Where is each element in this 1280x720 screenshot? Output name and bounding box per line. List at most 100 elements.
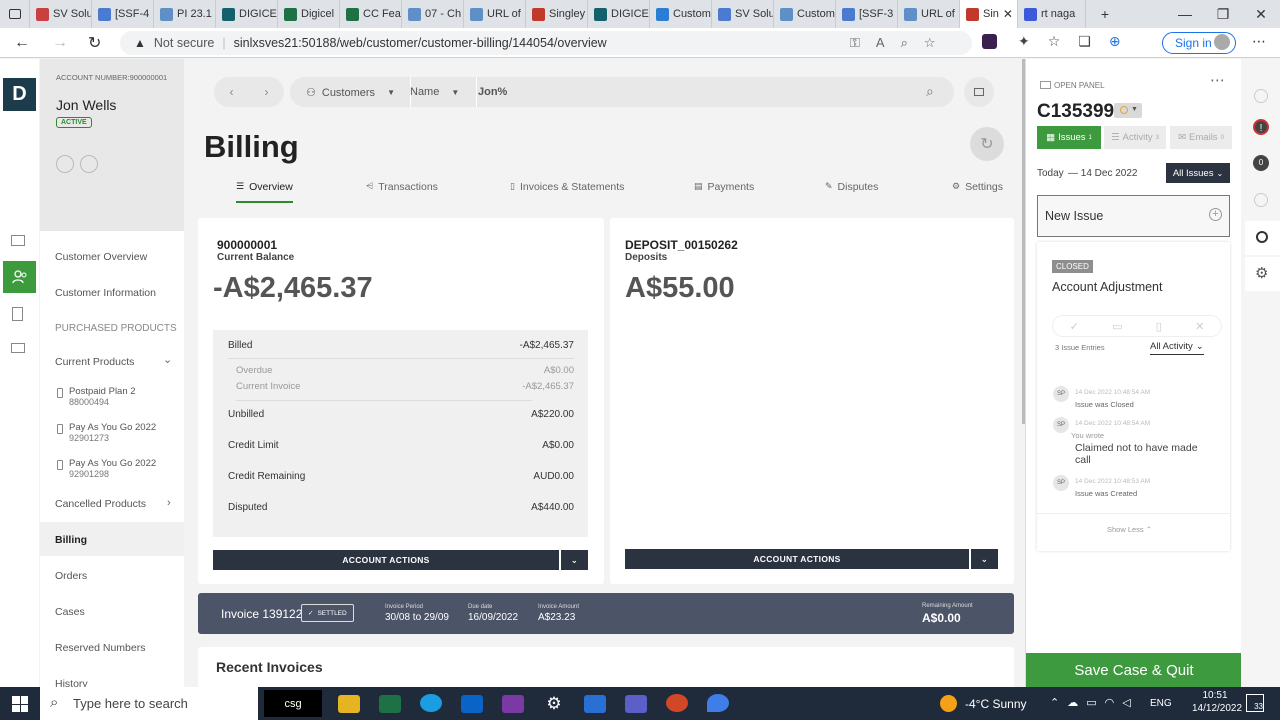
deposit-actions-dropdown[interactable]: ⌄ [971, 549, 998, 569]
nav-current-products[interactable]: Current Products [55, 356, 134, 368]
new-issue-box[interactable]: New Issue + [1037, 195, 1230, 237]
tab-disputes[interactable]: ✎ Disputes [825, 181, 878, 203]
cloud-icon[interactable]: ☁ [1067, 696, 1078, 709]
search-input[interactable]: Jon% [478, 86, 507, 98]
browser-tab[interactable]: DIGICE [216, 0, 278, 28]
url-field[interactable]: ▲ Not secure | sinlxsves21:50188/web/cus… [120, 31, 972, 55]
new-tab-button[interactable]: + [1086, 6, 1124, 22]
count-badge[interactable]: 0 [1253, 155, 1269, 171]
windows-start-icon[interactable] [12, 696, 28, 712]
back-button[interactable]: ← [14, 34, 30, 52]
nav-cancelled-products[interactable]: Cancelled Products [55, 498, 146, 510]
document-icon[interactable] [12, 307, 23, 321]
settings-more-icon[interactable]: ⋯ [1252, 33, 1266, 50]
reload-button[interactable]: ↻ [88, 33, 101, 53]
account-actions-dropdown[interactable]: ⌄ [561, 550, 588, 570]
home-icon[interactable] [56, 155, 74, 173]
clock[interactable]: 10:51 14/12/2022 [1192, 690, 1242, 714]
excel-icon[interactable] [379, 695, 401, 713]
profile-avatar[interactable] [1214, 34, 1230, 50]
close-icon[interactable]: ✕ [1195, 320, 1204, 333]
nav-cases[interactable]: Cases [55, 606, 85, 618]
wifi-icon[interactable]: ◠ [1105, 696, 1115, 709]
case-tab-activity[interactable]: ☰ Activity 3 [1104, 126, 1166, 149]
gear-icon[interactable] [1254, 193, 1268, 207]
browser-tab[interactable]: 07 - Ch [402, 0, 464, 28]
product-item[interactable]: Pay As You Go 2022 92901273 [55, 422, 180, 452]
favorites-icon[interactable]: ☆ [1048, 33, 1061, 50]
deposit-actions-button[interactable]: ACCOUNT ACTIONS [625, 549, 969, 569]
dashboard-icon[interactable] [11, 235, 25, 246]
extension-icon[interactable] [982, 34, 997, 49]
browser-tab[interactable]: DIGICE [588, 0, 650, 28]
chevron-up-icon[interactable]: ⌃ [1050, 696, 1059, 709]
close-tab-icon[interactable]: ✕ [1003, 7, 1013, 21]
card-view-button[interactable] [964, 77, 994, 107]
browser-tab[interactable]: [SSF-4 [92, 0, 154, 28]
key-icon[interactable]: ⚿ [850, 35, 860, 51]
tab-actions-button[interactable] [0, 0, 30, 28]
browser-tab[interactable]: Custom [774, 0, 836, 28]
case-tab-emails[interactable]: ✉ Emails 0 [1170, 126, 1232, 149]
read-aloud-icon[interactable]: A [876, 35, 885, 51]
product-item[interactable]: Postpaid Plan 2 88000494 [55, 386, 180, 416]
browser-tab[interactable]: Singley [526, 0, 588, 28]
nav-billing[interactable]: Billing [55, 534, 87, 546]
zoom-icon[interactable]: ⌕ [901, 35, 908, 51]
csg-widget[interactable]: csg [264, 690, 322, 717]
tab-settings[interactable]: ⚙ Settings [952, 181, 1003, 203]
browser-tab[interactable]: rt naga [1018, 0, 1086, 28]
case-tab-issues[interactable]: ▦ Issues 1 [1037, 126, 1101, 149]
more-options-icon[interactable]: ⋯ [1210, 71, 1225, 89]
nav-customer-information[interactable]: Customer Information [55, 287, 156, 299]
browser-tab[interactable]: Digicel [278, 0, 340, 28]
tab-overview[interactable]: ☰ Overview [236, 181, 293, 203]
tab-invoices-statements[interactable]: ▯ Invoices & Statements [510, 181, 624, 203]
browser-tab[interactable]: SV Solu [30, 0, 92, 28]
name-dropdown[interactable]: Name ▼ [410, 86, 459, 98]
maximize-button[interactable]: ❐ [1204, 6, 1242, 23]
check-icon[interactable]: ✓ [1070, 320, 1079, 333]
invoice-banner[interactable]: Invoice 139122 ✓ SETTLED Invoice Period 3… [198, 593, 1014, 634]
weather-text[interactable]: -4°C Sunny [965, 697, 1027, 711]
puzzle-icon[interactable]: ✦ [1018, 33, 1030, 50]
outlook-icon[interactable] [461, 695, 483, 713]
customers-dropdown[interactable]: ⚇ Customers ▼ [306, 86, 395, 100]
minimize-button[interactable]: — [1166, 6, 1204, 23]
volume-icon[interactable]: ◁ [1122, 696, 1130, 709]
user-icon[interactable] [1254, 89, 1268, 103]
browser-tab[interactable]: URL of [464, 0, 526, 28]
clipboard-icon[interactable]: ▯ [1156, 320, 1162, 333]
open-panel-link[interactable]: OPEN PANEL [1054, 81, 1105, 90]
account-actions-button[interactable]: ACCOUNT ACTIONS [213, 550, 559, 570]
search-icon[interactable]: ⌕ [926, 83, 934, 100]
nav-reserved-numbers[interactable]: Reserved Numbers [55, 642, 145, 654]
favorite-star-icon[interactable]: ☆ [924, 35, 936, 51]
teams-icon[interactable] [625, 695, 647, 713]
forward-button[interactable]: → [52, 34, 68, 52]
collections-icon[interactable]: ❏ [1078, 33, 1091, 50]
settings-gear-icon[interactable]: ⚙ [543, 694, 565, 713]
shop-icon[interactable] [11, 343, 25, 353]
language-indicator[interactable]: ENG [1150, 698, 1172, 709]
comment-icon[interactable]: ▭ [1112, 320, 1122, 333]
chevron-down-icon[interactable]: ⌄ [163, 353, 172, 366]
browser-tab[interactable]: Custom [650, 0, 712, 28]
close-window-button[interactable]: ✕ [1242, 6, 1280, 23]
nav-customer-overview[interactable]: Customer Overview [55, 251, 147, 263]
settings-tab[interactable]: ⚙ [1245, 257, 1280, 291]
powerpoint-icon[interactable] [666, 694, 688, 712]
add-icon[interactable]: + [1209, 208, 1222, 221]
battery-icon[interactable]: ▭ [1086, 696, 1096, 709]
browser-tab[interactable]: SV Solu [712, 0, 774, 28]
case-priority-dropdown[interactable]: ▼ [1114, 103, 1142, 118]
alert-icon[interactable]: ! [1253, 119, 1269, 135]
customers-nav-button[interactable] [3, 261, 36, 293]
timer-tab[interactable] [1245, 221, 1280, 255]
refresh-button[interactable]: ↻ [970, 127, 1004, 161]
notification-icon[interactable]: 33 [1246, 694, 1264, 712]
droplet-app-icon[interactable] [707, 694, 729, 712]
edge-icon[interactable] [420, 694, 442, 712]
browser-tab[interactable]: CC Fea [340, 0, 402, 28]
tab-payments[interactable]: ▤ Payments [694, 181, 754, 203]
